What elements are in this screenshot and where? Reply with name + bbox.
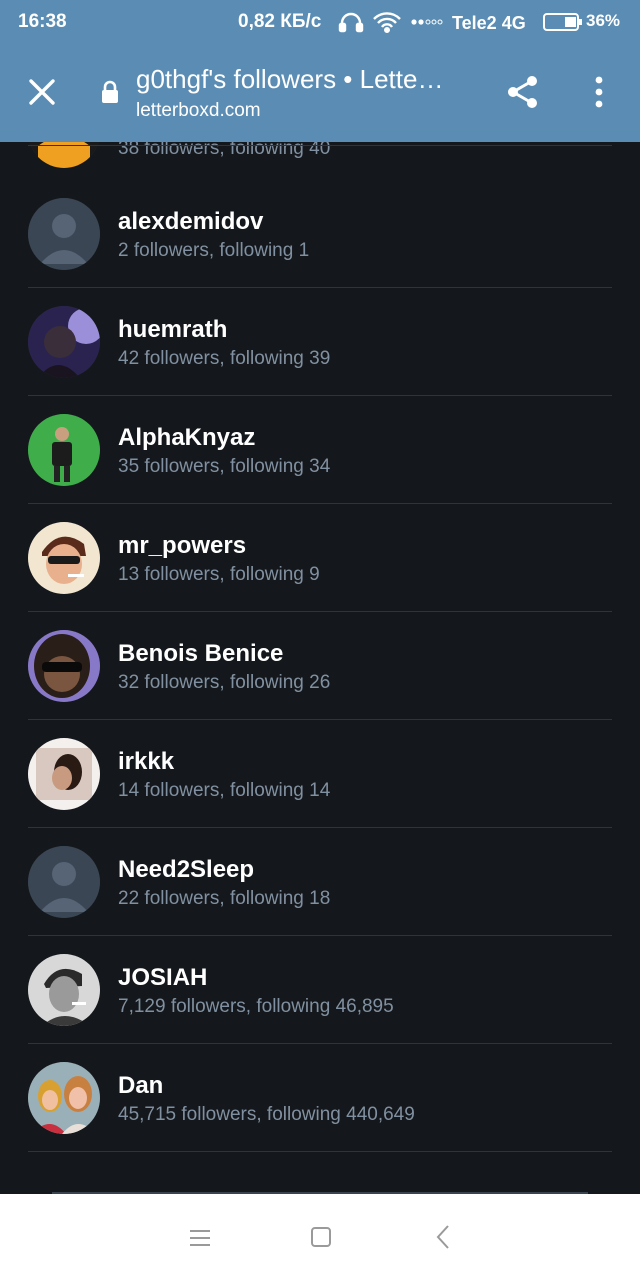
avatar	[28, 414, 100, 486]
follower-name[interactable]: irkkk	[118, 748, 174, 776]
list-item[interactable]: alexdemidov 2 followers, following 1	[0, 180, 640, 288]
list-item[interactable]: Need2Sleep 22 followers, following 18	[0, 828, 640, 936]
system-nav-bar	[0, 1194, 640, 1280]
browser-app-bar: 16:38 0,82 КБ/с Tele2 4G 36% g0thgf's fo…	[0, 0, 640, 142]
divider	[28, 1151, 612, 1152]
close-icon	[29, 79, 55, 105]
follower-name[interactable]: Benois Benice	[118, 640, 283, 668]
status-icons	[338, 9, 448, 41]
battery-icon	[543, 12, 583, 38]
more-options-button[interactable]	[588, 74, 610, 110]
follower-name[interactable]: AlphaKnyaz	[118, 424, 255, 452]
page-title: g0thgf's followers • Lette…	[136, 64, 444, 94]
share-icon	[508, 76, 537, 108]
list-item[interactable]: Benois Benice 32 followers, following 26	[0, 612, 640, 720]
wifi-icon	[373, 12, 401, 34]
follower-name[interactable]: Dan	[118, 1072, 163, 1100]
follower-stats: 7,129 followers, following 46,895	[118, 996, 394, 1017]
headphones-icon	[338, 12, 364, 33]
list-item[interactable]: Dan 45,715 followers, following 440,649	[0, 1044, 640, 1152]
list-item[interactable]: huemrath 42 followers, following 39	[0, 288, 640, 396]
back-chevron-icon	[436, 1225, 449, 1249]
divider	[28, 145, 612, 146]
avatar	[28, 846, 100, 918]
more-vert-icon	[595, 76, 603, 108]
home-square-icon	[311, 1227, 331, 1247]
avatar	[28, 1062, 100, 1134]
avatar	[28, 198, 100, 270]
status-time: 16:38	[18, 11, 67, 32]
status-network-speed: 0,82 КБ/с	[238, 11, 322, 32]
follower-name[interactable]: Need2Sleep	[118, 856, 254, 884]
follower-stats: 45,715 followers, following 440,649	[118, 1104, 415, 1125]
list-item[interactable]: irkkk 14 followers, following 14	[0, 720, 640, 828]
back-button[interactable]	[434, 1224, 452, 1250]
page-url: letterboxd.com	[136, 100, 261, 121]
avatar	[28, 954, 100, 1026]
list-item[interactable]: JOSIAH 7,129 followers, following 46,895	[0, 936, 640, 1044]
avatar	[28, 522, 100, 594]
follower-name[interactable]: alexdemidov	[118, 208, 263, 236]
list-item[interactable]: AlphaKnyaz 35 followers, following 34	[0, 396, 640, 504]
close-button[interactable]	[26, 76, 58, 108]
follower-stats: 22 followers, following 18	[118, 888, 331, 909]
signal-icon	[411, 19, 443, 25]
list-item[interactable]: mr_powers 13 followers, following 9	[0, 504, 640, 612]
menu-icon	[190, 1230, 210, 1246]
status-battery-percent: 36%	[586, 11, 621, 30]
follower-stats: 2 followers, following 1	[118, 240, 310, 261]
status-bar: 16:38 0,82 КБ/с Tele2 4G 36%	[0, 0, 640, 44]
lock-icon	[100, 80, 120, 104]
follower-stats: 32 followers, following 26	[118, 672, 331, 693]
follower-name[interactable]: huemrath	[118, 316, 227, 344]
status-carrier: Tele2 4G	[452, 13, 526, 33]
followers-list: 38 followers, following 40 alexdemidov 2…	[0, 142, 640, 1194]
follower-stats: 35 followers, following 34	[118, 456, 331, 477]
follower-stats: 13 followers, following 9	[118, 564, 320, 585]
follower-stats: 42 followers, following 39	[118, 348, 331, 369]
recent-apps-button[interactable]	[188, 1228, 212, 1248]
share-button[interactable]	[504, 73, 542, 111]
list-item-partial[interactable]: 38 followers, following 40	[0, 142, 640, 180]
avatar	[28, 738, 100, 810]
follower-name[interactable]: JOSIAH	[118, 964, 207, 992]
follower-stats: 14 followers, following 14	[118, 780, 331, 801]
avatar	[28, 306, 100, 378]
avatar	[28, 630, 100, 702]
follower-name[interactable]: mr_powers	[118, 532, 246, 560]
home-button[interactable]	[310, 1226, 332, 1248]
